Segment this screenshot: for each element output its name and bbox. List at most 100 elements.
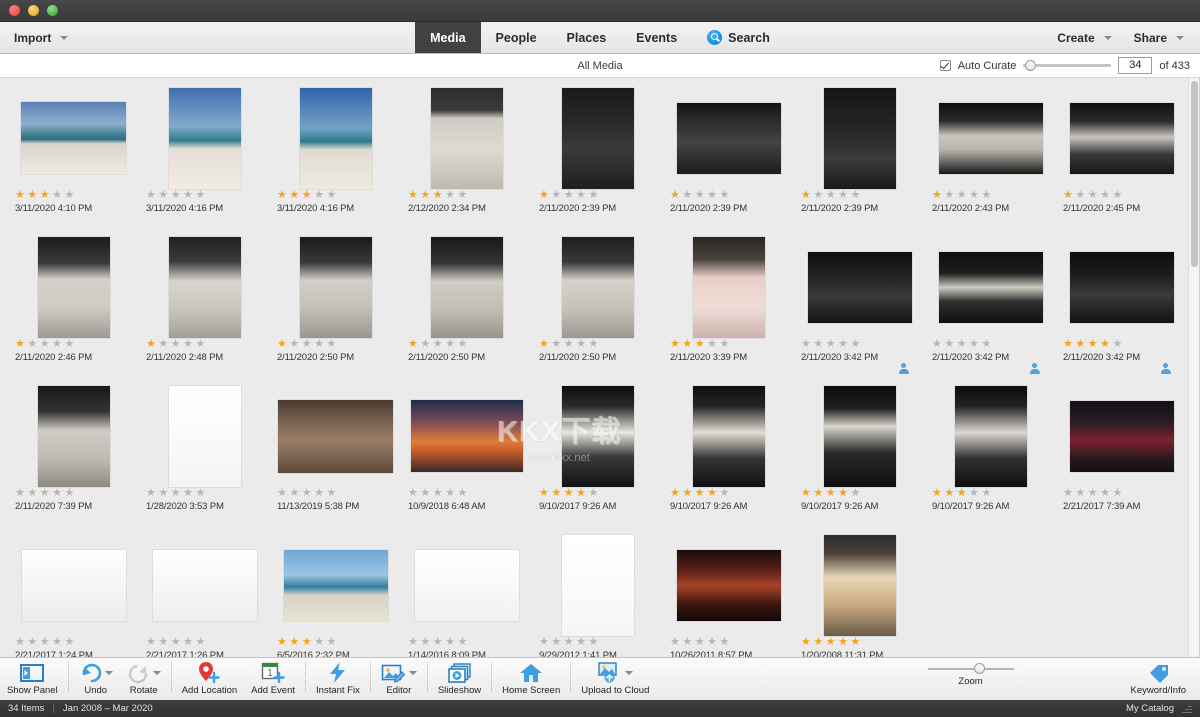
star-4[interactable]: ★: [1100, 488, 1110, 499]
media-grid-item[interactable]: ★★★★★2/11/2020 2:39 PM: [532, 86, 663, 235]
photo-thumbnail[interactable]: [562, 535, 634, 636]
zoom-control[interactable]: Zoom: [928, 658, 1014, 687]
media-grid-item[interactable]: ★★★★★2/11/2020 2:46 PM: [8, 235, 139, 384]
star-rating[interactable]: ★★★★★: [801, 339, 925, 350]
thumbnail-area[interactable]: [270, 533, 401, 637]
star-1[interactable]: ★: [670, 339, 680, 350]
media-grid-item[interactable]: ★★★★★10/26/2011 8:57 PM: [663, 533, 794, 657]
star-4[interactable]: ★: [707, 637, 717, 648]
star-rating[interactable]: ★★★★★: [1063, 190, 1187, 201]
star-5[interactable]: ★: [65, 637, 75, 648]
star-4[interactable]: ★: [1100, 190, 1110, 201]
person-tag-icon[interactable]: [1029, 363, 1040, 374]
photo-thumbnail[interactable]: [562, 386, 634, 487]
star-3[interactable]: ★: [826, 488, 836, 499]
star-4[interactable]: ★: [707, 488, 717, 499]
person-tag-icon[interactable]: [898, 363, 909, 374]
thumbnail-area[interactable]: [1056, 86, 1187, 190]
resize-grip[interactable]: [1182, 704, 1192, 713]
star-rating[interactable]: ★★★★★: [539, 637, 663, 648]
star-2[interactable]: ★: [420, 637, 430, 648]
media-grid-item[interactable]: ★★★★★10/9/2018 6:48 AM: [401, 384, 532, 533]
photo-thumbnail[interactable]: [415, 550, 519, 621]
media-grid-item[interactable]: ★★★★★9/10/2017 9:26 AM: [663, 384, 794, 533]
star-5[interactable]: ★: [458, 637, 468, 648]
star-rating[interactable]: ★★★★★: [408, 488, 532, 499]
star-5[interactable]: ★: [458, 488, 468, 499]
star-2[interactable]: ★: [813, 190, 823, 201]
star-3[interactable]: ★: [302, 488, 312, 499]
star-1[interactable]: ★: [15, 190, 25, 201]
photo-thumbnail[interactable]: [693, 237, 765, 338]
thumbnail-area[interactable]: [401, 533, 532, 637]
star-rating[interactable]: ★★★★★: [277, 339, 401, 350]
star-4[interactable]: ★: [576, 637, 586, 648]
star-4[interactable]: ★: [183, 637, 193, 648]
media-grid-item[interactable]: ★★★★★2/11/2020 2:50 PM: [532, 235, 663, 384]
star-3[interactable]: ★: [1088, 339, 1098, 350]
star-rating[interactable]: ★★★★★: [670, 190, 794, 201]
star-rating[interactable]: ★★★★★: [932, 190, 1056, 201]
star-2[interactable]: ★: [944, 190, 954, 201]
star-rating[interactable]: ★★★★★: [146, 339, 270, 350]
star-rating[interactable]: ★★★★★: [277, 488, 401, 499]
star-1[interactable]: ★: [539, 339, 549, 350]
star-2[interactable]: ★: [551, 637, 561, 648]
thumbnail-area[interactable]: [270, 384, 401, 488]
star-2[interactable]: ★: [1075, 190, 1085, 201]
star-2[interactable]: ★: [27, 637, 37, 648]
thumbnail-area[interactable]: [401, 235, 532, 339]
star-2[interactable]: ★: [1075, 488, 1085, 499]
star-4[interactable]: ★: [838, 637, 848, 648]
star-2[interactable]: ★: [158, 190, 168, 201]
vertical-scrollbar[interactable]: [1188, 78, 1199, 657]
zoom-slider[interactable]: [928, 668, 1014, 670]
thumbnail-area[interactable]: [663, 533, 794, 637]
photo-thumbnail[interactable]: [300, 237, 372, 338]
photo-thumbnail[interactable]: [169, 237, 241, 338]
star-4[interactable]: ★: [183, 339, 193, 350]
star-3[interactable]: ★: [40, 190, 50, 201]
star-4[interactable]: ★: [969, 190, 979, 201]
scrollbar-thumb[interactable]: [1191, 81, 1198, 267]
star-4[interactable]: ★: [969, 339, 979, 350]
photo-thumbnail[interactable]: [431, 88, 503, 189]
star-5[interactable]: ★: [982, 488, 992, 499]
thumbnail-area[interactable]: [401, 384, 532, 488]
star-2[interactable]: ★: [158, 339, 168, 350]
media-grid-item[interactable]: ★★★★★2/21/2017 7:39 AM: [1056, 384, 1187, 533]
star-rating[interactable]: ★★★★★: [539, 488, 663, 499]
star-4[interactable]: ★: [183, 488, 193, 499]
star-1[interactable]: ★: [408, 190, 418, 201]
star-2[interactable]: ★: [944, 488, 954, 499]
media-grid-item[interactable]: ★★★★★3/11/2020 4:16 PM: [270, 86, 401, 235]
maximize-button[interactable]: [47, 5, 58, 16]
star-3[interactable]: ★: [695, 488, 705, 499]
star-1[interactable]: ★: [801, 488, 811, 499]
bottom-tool-undo[interactable]: Undo: [72, 658, 120, 701]
media-grid-item[interactable]: ★★★★★2/11/2020 2:50 PM: [401, 235, 532, 384]
star-4[interactable]: ★: [576, 339, 586, 350]
star-5[interactable]: ★: [720, 190, 730, 201]
star-2[interactable]: ★: [682, 637, 692, 648]
photo-thumbnail[interactable]: [677, 103, 781, 174]
star-5[interactable]: ★: [1113, 339, 1123, 350]
star-5[interactable]: ★: [327, 488, 337, 499]
thumbnail-area[interactable]: [1056, 384, 1187, 488]
star-1[interactable]: ★: [670, 190, 680, 201]
star-2[interactable]: ★: [420, 488, 430, 499]
photo-thumbnail[interactable]: [278, 400, 393, 473]
photo-thumbnail[interactable]: [939, 103, 1043, 174]
star-5[interactable]: ★: [589, 637, 599, 648]
media-grid-item[interactable]: ★★★★★9/10/2017 9:26 AM: [925, 384, 1056, 533]
share-button[interactable]: Share: [1134, 31, 1184, 45]
auto-curate-checkbox[interactable]: [940, 60, 951, 71]
star-1[interactable]: ★: [1063, 339, 1073, 350]
chevron-down-icon[interactable]: [1176, 36, 1184, 40]
star-2[interactable]: ★: [289, 339, 299, 350]
photo-thumbnail[interactable]: [431, 237, 503, 338]
star-4[interactable]: ★: [1100, 339, 1110, 350]
thumbnail-area[interactable]: [663, 86, 794, 190]
star-4[interactable]: ★: [838, 190, 848, 201]
thumbnail-area[interactable]: [139, 384, 270, 488]
